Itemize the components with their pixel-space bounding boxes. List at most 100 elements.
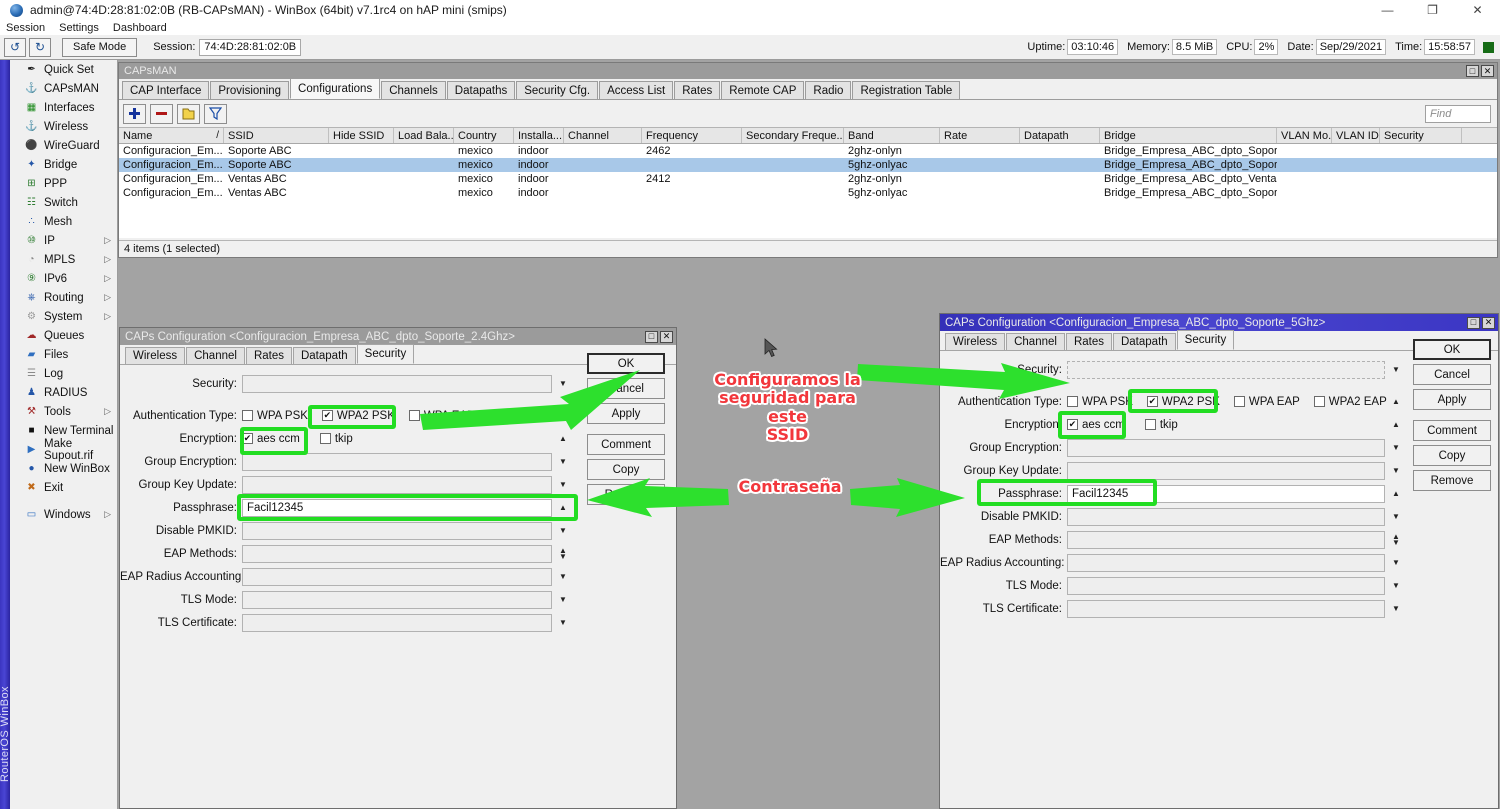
encryption-expand-icon-24[interactable] bbox=[556, 430, 570, 448]
filter-button[interactable] bbox=[204, 104, 227, 124]
passphrase-input-5[interactable]: Facil12345 bbox=[1067, 485, 1385, 503]
group-encryption-dropdown-icon-5[interactable] bbox=[1389, 439, 1403, 457]
group-key-update-select-5[interactable] bbox=[1067, 462, 1385, 480]
group-encryption-dropdown-icon-24[interactable] bbox=[556, 453, 570, 471]
tab-datapath-dialog_24[interactable]: Datapath bbox=[293, 347, 356, 364]
table-row[interactable]: Configuracion_Em...Ventas ABCmexicoindoo… bbox=[119, 186, 1497, 200]
tls-cert-select-5[interactable] bbox=[1067, 600, 1385, 618]
sidebar-item-switch[interactable]: ☷Switch bbox=[10, 193, 117, 212]
security-select-5[interactable] bbox=[1067, 361, 1385, 379]
sidebar-item-routing[interactable]: ⎈Routing▷ bbox=[10, 288, 117, 307]
group-encryption-select-24[interactable] bbox=[242, 453, 552, 471]
sidebar-item-ip[interactable]: ⑩IP▷ bbox=[10, 231, 117, 250]
disable-pmkid-dropdown-icon-5[interactable] bbox=[1389, 508, 1403, 526]
column-header[interactable]: Name/ bbox=[119, 128, 224, 143]
checkbox-aes-ccm-dialog_24[interactable]: ✔aes ccm bbox=[242, 433, 300, 445]
column-header[interactable]: SSID bbox=[224, 128, 329, 143]
checkbox-wpa2-psk-dialog_24[interactable]: ✔WPA2 PSK bbox=[322, 410, 395, 422]
table-row[interactable]: Configuracion_Em...Soporte ABCmexicoindo… bbox=[119, 158, 1497, 172]
close-icon[interactable]: ✕ bbox=[1455, 0, 1500, 20]
checkbox-wpa-psk-dialog_24[interactable]: WPA PSK bbox=[242, 410, 308, 422]
copy-button-dialog_24[interactable]: Copy bbox=[587, 459, 665, 480]
eap-radius-select-24[interactable] bbox=[242, 568, 552, 586]
dialog-5-restore-icon[interactable]: □ bbox=[1467, 317, 1480, 329]
remove-button[interactable] bbox=[150, 104, 173, 124]
dialog-24-restore-icon[interactable]: □ bbox=[645, 331, 658, 343]
undo-icon[interactable]: ↺ bbox=[4, 38, 26, 57]
tab-configurations[interactable]: Configurations bbox=[290, 78, 380, 99]
sidebar-item-interfaces[interactable]: ▦Interfaces bbox=[10, 98, 117, 117]
tab-channel-dialog_24[interactable]: Channel bbox=[186, 347, 245, 364]
tab-rates-dialog_5[interactable]: Rates bbox=[1066, 333, 1112, 350]
sidebar-item-files[interactable]: ▰Files bbox=[10, 345, 117, 364]
tab-security-cfg[interactable]: Security Cfg. bbox=[516, 81, 598, 99]
passphrase-input-24[interactable]: Facil12345 bbox=[242, 499, 552, 517]
security-dropdown-icon-24[interactable] bbox=[556, 375, 570, 393]
column-header[interactable]: Rate bbox=[940, 128, 1020, 143]
checkbox-wpa-eap-dialog_5[interactable]: WPA EAP bbox=[1234, 396, 1300, 408]
group-key-update-select-24[interactable] bbox=[242, 476, 552, 494]
copy-button-dialog_5[interactable]: Copy bbox=[1413, 445, 1491, 466]
comment-button-dialog_5[interactable]: Comment bbox=[1413, 420, 1491, 441]
sidebar-item-wireless[interactable]: ⚓Wireless bbox=[10, 117, 117, 136]
column-header[interactable]: Band bbox=[844, 128, 940, 143]
safe-mode-button[interactable]: Safe Mode bbox=[62, 38, 137, 57]
remove-button-dialog_5[interactable]: Remove bbox=[1413, 470, 1491, 491]
dialog-24-close-icon[interactable]: ✕ bbox=[660, 331, 673, 343]
column-header[interactable] bbox=[1462, 128, 1500, 143]
column-header[interactable]: VLAN ID bbox=[1332, 128, 1380, 143]
dialog-5-close-icon[interactable]: ✕ bbox=[1482, 317, 1495, 329]
column-header[interactable]: Channel bbox=[564, 128, 642, 143]
tab-registration-table[interactable]: Registration Table bbox=[852, 81, 960, 99]
checkbox-aes-ccm-dialog_5[interactable]: ✔aes ccm bbox=[1067, 419, 1125, 431]
tls-mode-dropdown-icon-5[interactable] bbox=[1389, 577, 1403, 595]
redo-icon[interactable]: ↻ bbox=[29, 38, 51, 57]
checkbox-wpa-eap-dialog_24[interactable]: WPA EAP bbox=[409, 410, 475, 422]
tls-mode-select-5[interactable] bbox=[1067, 577, 1385, 595]
checkbox-wpa2-eap-dialog_5[interactable]: WPA2 EAP bbox=[1314, 396, 1387, 408]
column-header[interactable]: Country bbox=[454, 128, 514, 143]
column-header[interactable]: Security bbox=[1380, 128, 1462, 143]
tls-cert-dropdown-icon-24[interactable] bbox=[556, 614, 570, 632]
eap-methods-select-24[interactable] bbox=[242, 545, 552, 563]
tab-datapaths[interactable]: Datapaths bbox=[447, 81, 515, 99]
sidebar-item-radius[interactable]: ♟RADIUS bbox=[10, 383, 117, 402]
tab-rates[interactable]: Rates bbox=[674, 81, 720, 99]
sidebar-item-system[interactable]: ⚙System▷ bbox=[10, 307, 117, 326]
sidebar-item-mpls[interactable]: ◔MPLS▷ bbox=[10, 250, 117, 269]
menu-item-session[interactable]: Session bbox=[6, 22, 45, 34]
eap-methods-select-5[interactable] bbox=[1067, 531, 1385, 549]
checkbox-wpa-psk-dialog_5[interactable]: WPA PSK bbox=[1067, 396, 1133, 408]
sidebar-item-mesh[interactable]: ∴Mesh bbox=[10, 212, 117, 231]
table-row[interactable]: Configuracion_Em...Soporte ABCmexicoindo… bbox=[119, 144, 1497, 158]
sidebar-item-windows[interactable]: ▭Windows▷ bbox=[10, 505, 117, 524]
security-dropdown-icon-5[interactable] bbox=[1389, 361, 1403, 379]
tls-mode-select-24[interactable] bbox=[242, 591, 552, 609]
checkbox-wpa2-eap-dialog_24[interactable]: WPA2 EAP bbox=[489, 410, 562, 422]
security-select-24[interactable] bbox=[242, 375, 552, 393]
tab-rates-dialog_24[interactable]: Rates bbox=[246, 347, 292, 364]
eap-methods-stepper-icon-24[interactable]: ▲▼ bbox=[556, 545, 570, 563]
tls-cert-dropdown-icon-5[interactable] bbox=[1389, 600, 1403, 618]
tab-wireless-dialog_24[interactable]: Wireless bbox=[125, 347, 185, 364]
sidebar-item-bridge[interactable]: ✦Bridge bbox=[10, 155, 117, 174]
sidebar-item-ipv6[interactable]: ⑨IPv6▷ bbox=[10, 269, 117, 288]
group-key-update-dropdown-icon-24[interactable] bbox=[556, 476, 570, 494]
column-header[interactable]: Installa... bbox=[514, 128, 564, 143]
copy-button[interactable] bbox=[177, 104, 200, 124]
sidebar-item-capsman[interactable]: ⚓CAPsMAN bbox=[10, 79, 117, 98]
ok-button-dialog_24[interactable]: OK bbox=[587, 353, 665, 374]
menu-item-settings[interactable]: Settings bbox=[59, 22, 99, 34]
cancel-button-dialog_5[interactable]: Cancel bbox=[1413, 364, 1491, 385]
apply-button-dialog_24[interactable]: Apply bbox=[587, 403, 665, 424]
tab-security-dialog_5[interactable]: Security bbox=[1177, 330, 1235, 350]
tab-remote-cap[interactable]: Remote CAP bbox=[721, 81, 804, 99]
auth-type-expand-icon-5[interactable] bbox=[1389, 393, 1403, 411]
find-input[interactable]: Find bbox=[1425, 105, 1491, 123]
group-key-update-dropdown-icon-5[interactable] bbox=[1389, 462, 1403, 480]
column-header[interactable]: Bridge bbox=[1100, 128, 1277, 143]
ok-button-dialog_5[interactable]: OK bbox=[1413, 339, 1491, 360]
checkbox-tkip-dialog_5[interactable]: tkip bbox=[1145, 419, 1178, 431]
tab-security-dialog_24[interactable]: Security bbox=[357, 344, 415, 364]
eap-radius-select-5[interactable] bbox=[1067, 554, 1385, 572]
